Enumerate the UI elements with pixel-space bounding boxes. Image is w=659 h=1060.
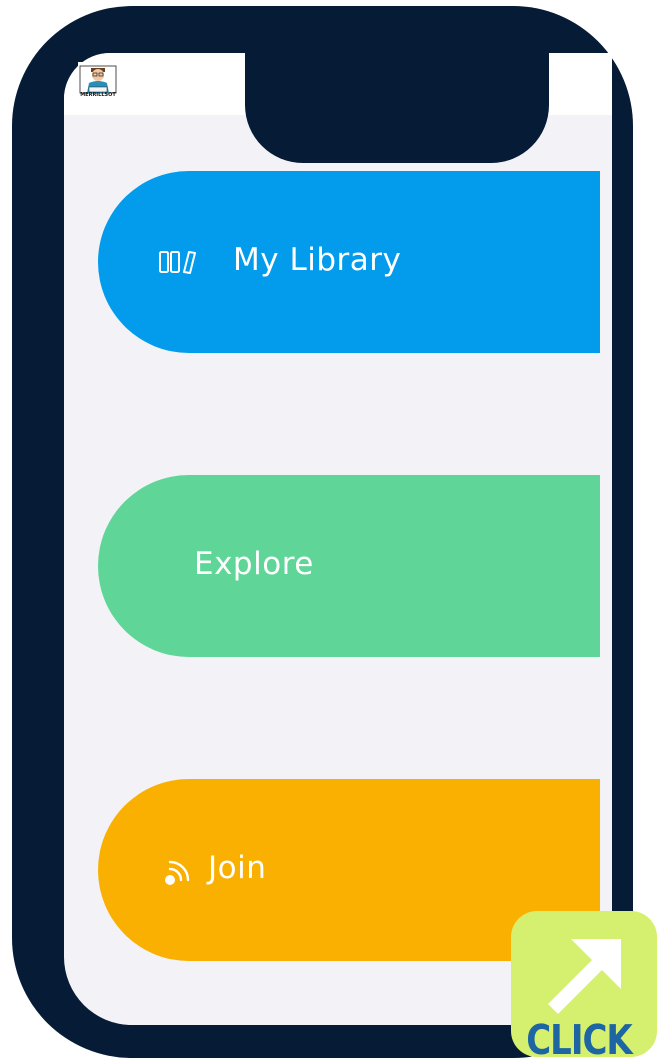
my-library-label: My Library <box>233 242 402 278</box>
logo-text: MERRILLSOT <box>80 92 116 98</box>
rss-icon <box>156 859 196 889</box>
avatar-icon <box>79 65 117 94</box>
my-library-button[interactable]: My Library <box>98 171 600 353</box>
click-label: CLICK <box>526 1017 633 1057</box>
page-canvas: MERRILLSOT My Library Explore Join CLICK <box>0 0 659 1060</box>
join-label: Join <box>208 850 267 886</box>
click-badge-button[interactable]: CLICK <box>511 911 657 1057</box>
app-logo[interactable]: MERRILLSOT <box>78 62 118 106</box>
explore-label: Explore <box>194 546 314 582</box>
arrow-up-right-icon <box>539 925 631 1021</box>
phone-notch <box>245 53 549 163</box>
explore-button[interactable]: Explore <box>98 475 600 657</box>
books-icon <box>158 247 198 277</box>
